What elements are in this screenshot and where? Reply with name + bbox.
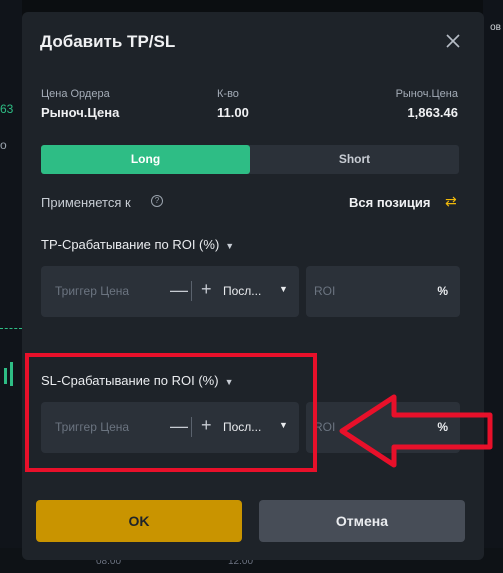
highlight-arrow-icon bbox=[339, 394, 493, 468]
order-price-value: Рыноч.Цена bbox=[41, 105, 120, 120]
tp-roi-unit: % bbox=[437, 284, 448, 298]
tp-trigger-price-field[interactable]: Триггер Цена — + Посл... ▼ bbox=[41, 266, 299, 317]
quantity-label: К-во bbox=[217, 88, 239, 100]
tpsl-modal: Добавить TP/SL Цена Ордера Рыноч.Цена К-… bbox=[22, 12, 484, 560]
chart-background-left bbox=[0, 0, 22, 573]
market-price-label: Рыноч.Цена bbox=[395, 88, 458, 100]
divider bbox=[191, 281, 192, 301]
modal-title: Добавить TP/SL bbox=[40, 32, 176, 51]
chart-background-right bbox=[483, 0, 503, 573]
applies-to-label: Применяется к bbox=[41, 195, 131, 210]
tab-long[interactable]: Long bbox=[41, 145, 250, 174]
tp-trigger-placeholder: Триггер Цена bbox=[55, 284, 130, 298]
highlight-rectangle bbox=[25, 353, 317, 472]
chart-price-label: 63 bbox=[0, 102, 14, 116]
tp-roi-input[interactable]: ROI % bbox=[306, 266, 460, 317]
caret-down-icon: ▼ bbox=[279, 284, 288, 294]
ok-button[interactable]: OK bbox=[36, 500, 242, 542]
tp-decrement-button[interactable]: — bbox=[170, 280, 188, 301]
tp-roi-placeholder: ROI bbox=[314, 284, 336, 298]
tp-roi-title: TP-Срабатывание по ROI (%) bbox=[41, 237, 220, 252]
tp-roi-dropdown[interactable]: TP-Срабатывание по ROI (%) ▼ bbox=[41, 237, 234, 252]
tp-price-type-select[interactable]: Посл... bbox=[223, 284, 261, 298]
quantity-value: 11.00 bbox=[217, 105, 249, 120]
chart-left-label: о bbox=[0, 138, 7, 152]
sl-roi-placeholder: ROI bbox=[314, 420, 336, 434]
swap-arrows-icon[interactable]: ⇄ bbox=[445, 193, 457, 210]
market-price-value: 1,863.46 bbox=[407, 105, 458, 120]
chevron-down-icon: ▼ bbox=[225, 241, 235, 251]
cancel-button[interactable]: Отмена bbox=[259, 500, 465, 542]
side-tabs: Long Short bbox=[41, 145, 459, 174]
chart-price-line bbox=[0, 328, 22, 329]
chart-candle bbox=[10, 362, 13, 386]
close-icon[interactable] bbox=[444, 32, 462, 50]
position-scope-value: Вся позиция bbox=[349, 195, 431, 210]
chart-right-label: ов bbox=[490, 22, 501, 33]
chart-candle bbox=[4, 368, 7, 384]
tab-short[interactable]: Short bbox=[250, 145, 459, 174]
order-price-label: Цена Ордера bbox=[41, 88, 110, 100]
question-circle-icon[interactable]: ? bbox=[151, 195, 163, 207]
tp-increment-button[interactable]: + bbox=[201, 279, 212, 300]
